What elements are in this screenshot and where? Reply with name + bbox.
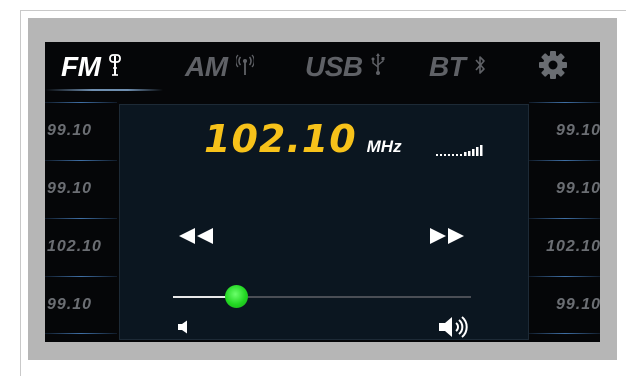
tab-am[interactable]: AM xyxy=(185,50,255,84)
volume-low-icon[interactable] xyxy=(177,320,189,334)
tab-bt-label: BT xyxy=(429,51,466,82)
preset-label: 99.10 xyxy=(555,180,600,197)
signal-strength-icon xyxy=(436,143,488,157)
frequency-unit: MHz xyxy=(366,137,402,156)
volume-slider-thumb[interactable] xyxy=(224,285,248,308)
preset-label: 99.10 xyxy=(47,122,93,139)
radio-screen: FM AM USB BT 99.10 99.10 102.10 99.10 99… xyxy=(45,42,600,342)
volume-slider[interactable] xyxy=(173,285,471,308)
preset-right-2[interactable]: 99.10 xyxy=(529,160,600,218)
fast-forward-icon xyxy=(426,228,468,249)
seek-forward-button[interactable] xyxy=(426,227,468,245)
antenna-icon xyxy=(108,51,122,83)
tab-usb[interactable]: USB xyxy=(305,50,385,84)
gear-icon xyxy=(538,50,568,87)
preset-label: 99.10 xyxy=(555,122,600,139)
preset-right-1[interactable]: 99.10 xyxy=(529,102,600,160)
usb-icon xyxy=(371,51,385,83)
preset-left-3[interactable]: 102.10 xyxy=(45,218,117,276)
am-antenna-icon xyxy=(234,51,255,83)
tab-fm[interactable]: FM xyxy=(61,50,122,84)
preset-right-3[interactable]: 102.10 xyxy=(529,218,600,276)
active-tab-indicator xyxy=(45,89,163,91)
preset-label: 102.10 xyxy=(47,238,102,255)
tab-usb-label: USB xyxy=(305,51,363,82)
preset-list-left: 99.10 99.10 102.10 99.10 xyxy=(45,102,117,334)
volume-high-icon[interactable] xyxy=(438,315,472,339)
frequency-display: 102.10 MHz xyxy=(204,117,402,161)
settings-button[interactable] xyxy=(538,50,570,87)
preset-label: 99.10 xyxy=(555,296,600,313)
preset-left-2[interactable]: 99.10 xyxy=(45,160,117,218)
preset-label: 102.10 xyxy=(546,238,600,255)
tab-am-label: AM xyxy=(185,51,228,82)
preset-label: 99.10 xyxy=(47,296,93,313)
preset-right-4[interactable]: 99.10 xyxy=(529,276,600,334)
bluetooth-icon xyxy=(473,51,487,83)
preset-left-1[interactable]: 99.10 xyxy=(45,102,117,160)
preset-label: 99.10 xyxy=(47,180,93,197)
now-playing-panel: 102.10 MHz xyxy=(119,104,529,340)
source-tab-bar: FM AM USB BT xyxy=(45,42,600,92)
frequency-value: 102.10 xyxy=(204,117,357,161)
seek-back-button[interactable] xyxy=(175,227,217,245)
preset-left-4[interactable]: 99.10 xyxy=(45,276,117,334)
tab-fm-label: FM xyxy=(61,51,101,82)
tab-bt[interactable]: BT xyxy=(429,50,487,84)
rewind-icon xyxy=(175,228,217,249)
preset-list-right: 99.10 99.10 102.10 99.10 xyxy=(529,102,600,334)
